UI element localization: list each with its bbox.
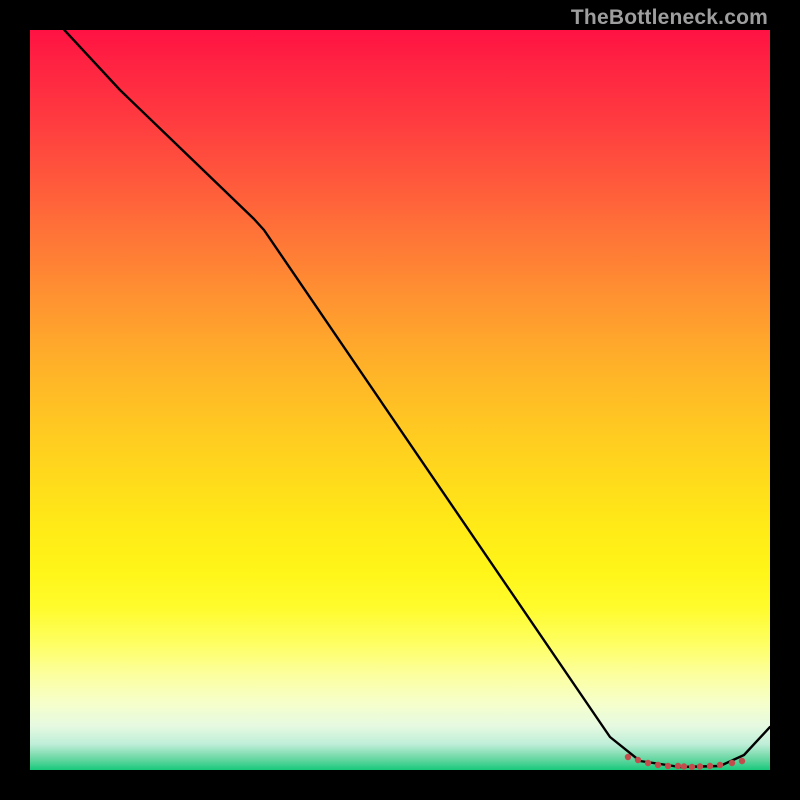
marker-dot xyxy=(689,764,695,770)
marker-dot xyxy=(675,763,681,769)
marker-dot xyxy=(655,762,661,768)
marker-dot xyxy=(635,757,641,763)
marker-dot xyxy=(645,760,651,766)
marker-dot xyxy=(625,754,631,760)
marker-dot xyxy=(707,763,713,769)
marker-dot xyxy=(717,762,723,768)
watermark-text: TheBottleneck.com xyxy=(571,6,768,30)
chart-svg xyxy=(30,30,770,770)
chart-frame: TheBottleneck.com xyxy=(0,0,800,800)
marker-dot xyxy=(739,758,745,764)
main-curve xyxy=(30,30,770,767)
marker-dot xyxy=(729,760,735,766)
plot-area xyxy=(30,30,770,770)
marker-dot xyxy=(665,763,671,769)
marker-dot xyxy=(681,763,687,769)
marker-dot xyxy=(697,763,703,769)
